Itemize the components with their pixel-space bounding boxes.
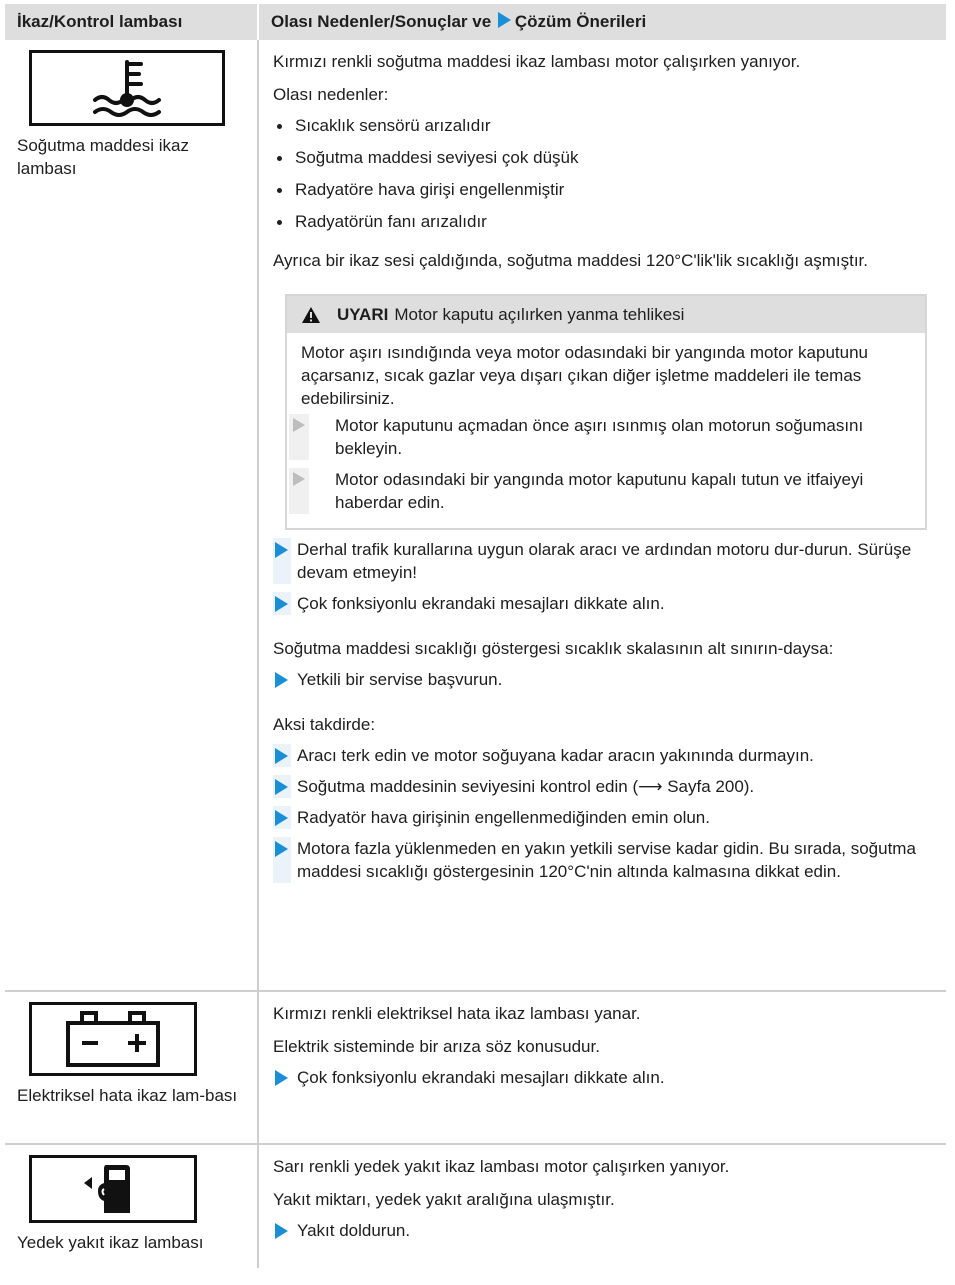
warning-lamp-table: İkaz/Kontrol lambası Olası Nedenler/Sonu… bbox=[5, 4, 946, 1268]
lamp-cell-electrical: Elektriksel hata ikaz lam-bası bbox=[5, 991, 259, 1145]
action-step: Yakıt doldurun. bbox=[273, 1219, 938, 1242]
action-arrow-icon bbox=[497, 12, 511, 28]
lamp-cell-fuel: Yedek yakıt ikaz lambası bbox=[5, 1144, 259, 1268]
blue-arrow-icon bbox=[273, 1066, 291, 1089]
column-header-causes-label: Olası Nedenler/Sonuçlar ve bbox=[271, 12, 492, 31]
blue-arrow-icon bbox=[273, 837, 291, 883]
fuel-pump-icon bbox=[29, 1155, 197, 1223]
column-header-lamp: İkaz/Kontrol lambası bbox=[5, 4, 259, 40]
blue-arrow-icon bbox=[273, 1219, 291, 1242]
warning-triangle-icon bbox=[302, 306, 320, 323]
action-step: Çok fonksiyonlu ekrandaki mesajları dikk… bbox=[273, 592, 938, 615]
low-temp-text: Soğutma maddesi sıcaklığı göstergesi sıc… bbox=[273, 639, 834, 658]
warning-header: UYARI Motor kaputu açılırken yanma tehli… bbox=[287, 296, 925, 333]
list-item: Soğutma maddesi seviyesi çok düşük bbox=[273, 146, 938, 169]
action-step: Derhal trafik kurallarına uygun olarak a… bbox=[273, 538, 938, 584]
else-text: Aksi takdirde: bbox=[273, 715, 376, 734]
lamp-caption: Elektriksel hata ikaz lam-bası bbox=[17, 1086, 238, 1105]
action-step: Soğutma maddesinin seviyesini kontrol ed… bbox=[273, 775, 938, 798]
warning-steps: Motor kaputunu açmadan önce aşırı ısınmı… bbox=[289, 414, 911, 514]
blue-arrow-icon bbox=[273, 775, 291, 798]
action-steps: Yakıt doldurun. bbox=[273, 1219, 938, 1242]
action-step: Aracı terk edin ve motor soğuyana kadar … bbox=[273, 744, 938, 767]
lamp-cell-coolant: Soğutma maddesi ikaz lambası bbox=[5, 40, 259, 992]
action-step: Motora fazla yüklenmeden en yakın yetkil… bbox=[273, 837, 938, 883]
causes-list: Sıcaklık sensörü arızalıdır Soğutma madd… bbox=[273, 114, 938, 233]
column-header-lamp-label: İkaz/Kontrol lambası bbox=[17, 12, 183, 31]
warning-body: Motor aşırı ısındığında veya motor odası… bbox=[287, 333, 925, 528]
lamp-caption: Yedek yakıt ikaz lambası bbox=[17, 1233, 204, 1252]
warning-label: UYARI bbox=[337, 305, 389, 324]
description-cell-electrical: Kırmızı renkli elektriksel hata ikaz lam… bbox=[258, 991, 946, 1145]
warning-box: UYARI Motor kaputu açılırken yanma tehli… bbox=[285, 294, 927, 530]
table-row: Elektriksel hata ikaz lam-bası Kırmızı r… bbox=[5, 991, 946, 1145]
action-step: Yetkili bir servise başvurun. bbox=[273, 668, 938, 691]
description-text: Elektrik sisteminde bir arıza söz konusu… bbox=[273, 1037, 600, 1056]
table-header-row: İkaz/Kontrol lambası Olası Nedenler/Sonu… bbox=[5, 4, 946, 40]
battery-icon bbox=[29, 1002, 197, 1076]
blue-arrow-icon bbox=[273, 538, 291, 584]
table-row: Soğutma maddesi ikaz lambası Kırmızı ren… bbox=[5, 40, 946, 992]
lamp-caption: Soğutma maddesi ikaz lambası bbox=[17, 136, 189, 178]
description-cell-fuel: Sarı renkli yedek yakıt ikaz lambası mot… bbox=[258, 1144, 946, 1268]
action-steps-3: Aracı terk edin ve motor soğuyana kadar … bbox=[273, 744, 938, 883]
column-header-solutions-label: Çözüm Önerileri bbox=[514, 12, 647, 31]
causes-title: Olası nedenler: bbox=[273, 85, 389, 104]
blue-arrow-icon bbox=[273, 668, 291, 691]
intro-text: Kırmızı renkli soğutma maddesi ikaz lamb… bbox=[273, 52, 801, 71]
action-step: Radyatör hava girişinin engellenmediğind… bbox=[273, 806, 938, 829]
gray-arrow-icon bbox=[289, 468, 309, 514]
description-text: Kırmızı renkli elektriksel hata ikaz lam… bbox=[273, 1004, 641, 1023]
blue-arrow-icon bbox=[273, 806, 291, 829]
blue-arrow-icon bbox=[273, 744, 291, 767]
action-steps-1: Derhal trafik kurallarına uygun olarak a… bbox=[273, 538, 938, 615]
description-text: Yakıt miktarı, yedek yakıt aralığına ula… bbox=[273, 1190, 615, 1209]
action-steps: Çok fonksiyonlu ekrandaki mesajları dikk… bbox=[273, 1066, 938, 1089]
coolant-temperature-icon bbox=[29, 50, 225, 126]
blue-arrow-icon bbox=[273, 592, 291, 615]
column-header-causes: Olası Nedenler/Sonuçlar ve Çözüm Önerile… bbox=[258, 4, 946, 40]
table-row: Yedek yakıt ikaz lambası Sarı renkli yed… bbox=[5, 1144, 946, 1268]
action-steps-2: Yetkili bir servise başvurun. bbox=[273, 668, 938, 691]
warning-step: Motor kaputunu açmadan önce aşırı ısınmı… bbox=[289, 414, 911, 460]
list-item: Radyatörün fanı arızalıdır bbox=[273, 210, 938, 233]
action-step: Çok fonksiyonlu ekrandaki mesajları dikk… bbox=[273, 1066, 938, 1089]
description-text: Sarı renkli yedek yakıt ikaz lambası mot… bbox=[273, 1157, 730, 1176]
gray-arrow-icon bbox=[289, 414, 309, 460]
list-item: Sıcaklık sensörü arızalıdır bbox=[273, 114, 938, 137]
warning-step: Motor odasındaki bir yangında motor kapu… bbox=[289, 468, 911, 514]
note-text: Ayrıca bir ikaz sesi çaldığında, soğutma… bbox=[273, 251, 868, 270]
warning-text: Motor aşırı ısındığında veya motor odası… bbox=[301, 343, 868, 408]
warning-title: Motor kaputu açılırken yanma tehlikesi bbox=[394, 305, 685, 324]
description-cell-coolant: Kırmızı renkli soğutma maddesi ikaz lamb… bbox=[258, 40, 946, 992]
list-item: Radyatöre hava girişi engellenmiştir bbox=[273, 178, 938, 201]
